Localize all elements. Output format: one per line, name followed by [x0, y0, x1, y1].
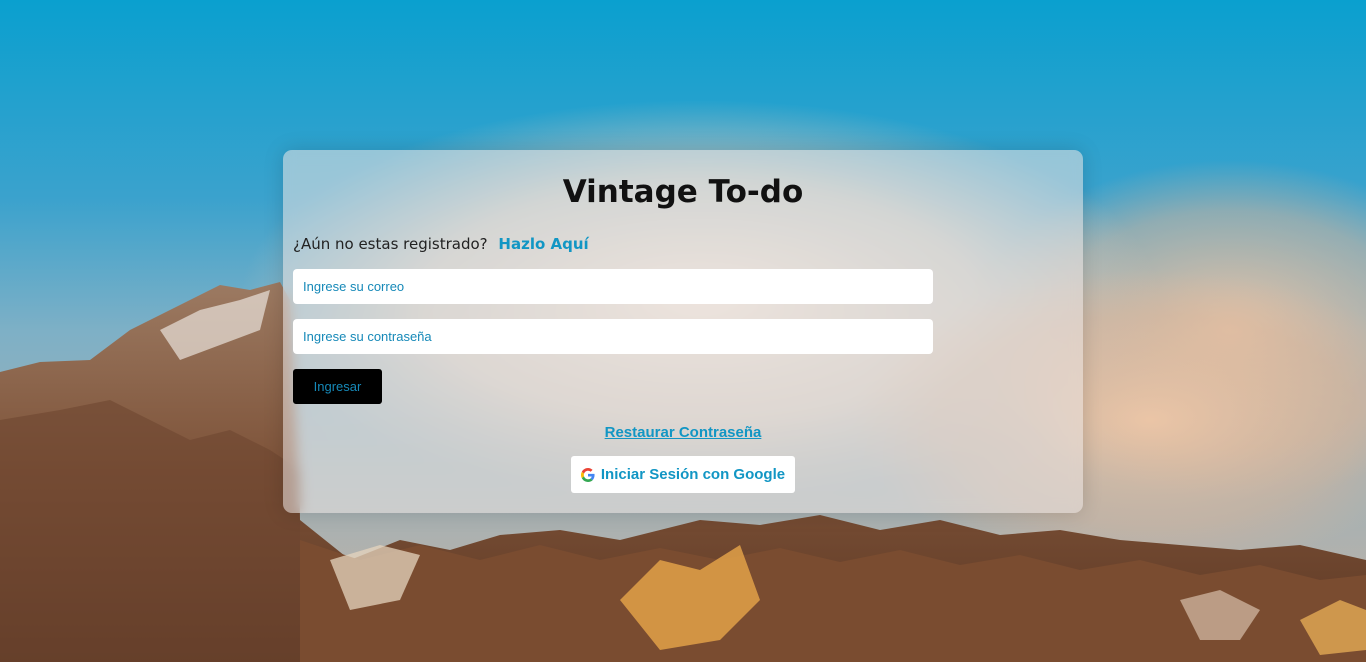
- register-link[interactable]: Hazlo Aquí: [498, 235, 588, 253]
- login-button[interactable]: Ingresar: [293, 369, 382, 404]
- google-signin-button[interactable]: Iniciar Sesión con Google: [571, 456, 795, 493]
- register-row: ¿Aún no estas registrado? Hazlo Aquí: [293, 235, 589, 253]
- register-prompt: ¿Aún no estas registrado?: [293, 235, 488, 253]
- app-title: Vintage To-do: [562, 174, 804, 210]
- google-icon: [580, 467, 595, 482]
- google-signin-label: Iniciar Sesión con Google: [600, 466, 786, 483]
- email-field[interactable]: [293, 269, 933, 304]
- login-card: Vintage To-do ¿Aún no estas registrado? …: [283, 150, 1083, 513]
- password-field[interactable]: [293, 319, 933, 354]
- restore-password-link[interactable]: Restaurar Contraseña: [283, 424, 1083, 441]
